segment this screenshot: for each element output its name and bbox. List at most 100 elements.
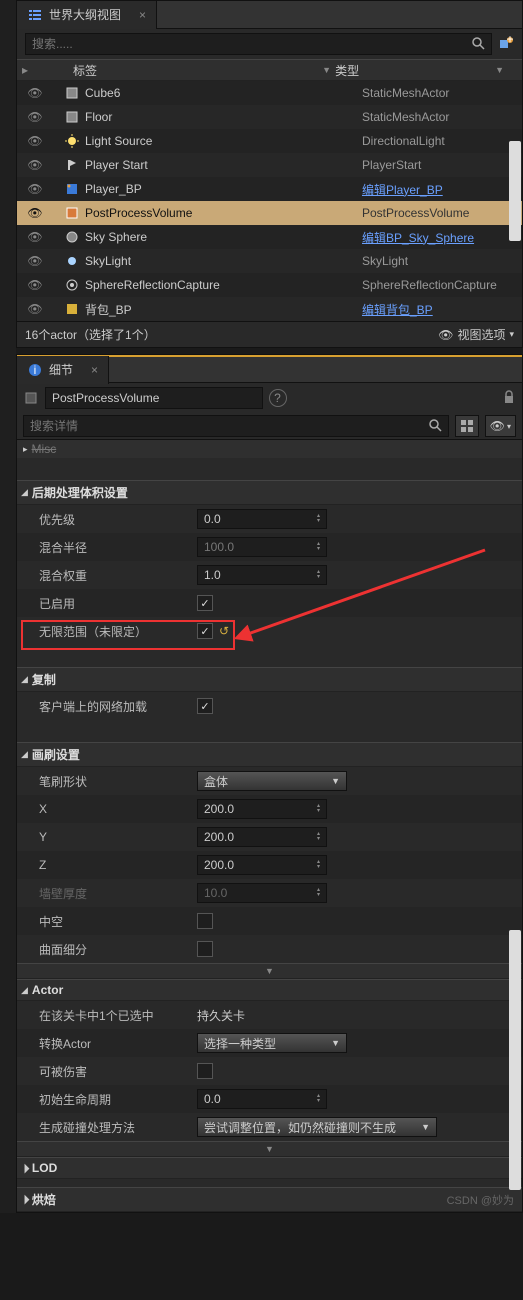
convert-dropdown[interactable]: 选择一种类型▼ — [197, 1033, 347, 1053]
visibility-icon[interactable]: 👁 — [23, 302, 47, 316]
category-postprocess[interactable]: ◢ 后期处理体积设置 — [17, 480, 522, 505]
reset-icon[interactable]: ↺ — [219, 624, 229, 638]
view-options-button[interactable]: 👁 ▾ — [485, 415, 516, 437]
dropdown-icon: ▾ — [509, 329, 514, 340]
expand-all-icon[interactable]: ▸ — [17, 63, 33, 77]
prop-x: X 200.0▴▾ — [17, 795, 522, 823]
brush-shape-dropdown[interactable]: 盒体▼ — [197, 771, 347, 791]
reflection-icon — [63, 278, 81, 292]
spinner-icon[interactable]: ▴▾ — [317, 542, 320, 552]
spinner-icon[interactable]: ▴▾ — [317, 860, 320, 870]
world-outliner-panel: 世界大纲视图 × + ▸ 标签 ▼ 类型 ▼ 👁 Cube6 StaticMes… — [16, 0, 523, 348]
lock-icon[interactable] — [502, 389, 516, 408]
outliner-tab[interactable]: 世界大纲视图 × — [17, 1, 157, 29]
light-icon — [63, 134, 81, 148]
close-icon[interactable]: × — [139, 8, 146, 22]
visibility-icon[interactable]: 👁 — [23, 86, 47, 100]
dropdown-arrow-icon: ▼ — [331, 1038, 340, 1048]
expand-more[interactable]: ▼ — [17, 963, 522, 979]
spinner-icon[interactable]: ▴▾ — [317, 1094, 320, 1104]
visibility-icon[interactable]: 👁 — [23, 134, 47, 148]
spinner-icon[interactable]: ▴▾ — [317, 832, 320, 842]
category-lod[interactable]: ◢ LOD — [17, 1157, 522, 1179]
collapse-icon: ◢ — [18, 1162, 31, 1175]
visibility-icon[interactable]: 👁 — [23, 254, 47, 268]
property-matrix-button[interactable] — [455, 415, 479, 437]
details-tab[interactable]: i 细节 × — [17, 356, 109, 384]
prop-lifespan: 初始生命周期 0.0▴▾ — [17, 1085, 522, 1113]
spinner-icon[interactable]: ▴▾ — [317, 570, 320, 580]
sort-icon-2: ▼ — [495, 65, 504, 75]
spinner-icon[interactable]: ▴▾ — [317, 804, 320, 814]
prop-wall: 墙壁厚度 10.0▴▾ — [17, 879, 522, 907]
priority-input[interactable]: 0.0▴▾ — [197, 509, 327, 529]
details-search-input[interactable] — [30, 419, 428, 433]
spawn-dropdown[interactable]: 尝试调整位置，如仍然碰撞则不生成▼ — [197, 1117, 437, 1137]
prop-damage: 可被伤害 — [17, 1057, 522, 1085]
outliner-header: 世界大纲视图 × — [17, 1, 522, 29]
damage-checkbox[interactable] — [197, 1063, 213, 1079]
visibility-icon[interactable]: 👁 — [23, 110, 47, 124]
actor-row[interactable]: 👁 Player_BP 编辑Player_BP — [17, 177, 522, 201]
actor-row-selected[interactable]: 👁 PostProcessVolume PostProcessVolume — [17, 201, 522, 225]
visibility-icon[interactable]: 👁 — [23, 206, 47, 220]
tess-checkbox[interactable] — [197, 941, 213, 957]
actor-row[interactable]: 👁 Player Start PlayerStart — [17, 153, 522, 177]
actor-row[interactable]: 👁 SkyLight SkyLight — [17, 249, 522, 273]
visibility-icon[interactable]: 👁 — [23, 278, 47, 292]
help-icon[interactable]: ? — [269, 389, 287, 407]
enabled-checkbox[interactable] — [197, 595, 213, 611]
z-input[interactable]: 200.0▴▾ — [197, 855, 327, 875]
column-label[interactable]: 标签 — [33, 62, 322, 79]
unbound-checkbox[interactable] — [197, 623, 213, 639]
actor-count: 16个actor（选择了1个） — [25, 326, 156, 343]
column-type[interactable]: 类型 — [335, 62, 495, 79]
details-icon: i — [27, 362, 43, 378]
actor-row[interactable]: 👁 Cube6 StaticMeshActor — [17, 81, 522, 105]
wall-input[interactable]: 10.0▴▾ — [197, 883, 327, 903]
category-brush[interactable]: ◢ 画刷设置 — [17, 742, 522, 767]
visibility-icon[interactable]: 👁 — [23, 182, 47, 196]
y-input[interactable]: 200.0▴▾ — [197, 827, 327, 847]
actor-row[interactable]: 👁 Light Source DirectionalLight — [17, 129, 522, 153]
visibility-icon[interactable]: 👁 — [23, 230, 47, 244]
collapse-icon: ◢ — [21, 487, 28, 498]
view-options[interactable]: 👁 视图选项 ▾ — [438, 326, 514, 343]
collapse-icon: ◢ — [21, 985, 28, 996]
actor-name-field[interactable]: PostProcessVolume — [45, 387, 263, 409]
actor-row[interactable]: 👁 SphereReflectionCapture SphereReflecti… — [17, 273, 522, 297]
details-body: ▸Misc ◢ 后期处理体积设置 优先级 0.0▴▾ 混合半径 100.0▴▾ … — [17, 439, 522, 1212]
category-replication[interactable]: ◢ 复制 — [17, 667, 522, 692]
blend-radius-input[interactable]: 100.0▴▾ — [197, 537, 327, 557]
details-search[interactable] — [23, 415, 449, 437]
collapse-icon: ◢ — [21, 674, 28, 685]
outliner-search[interactable] — [25, 33, 492, 55]
blend-weight-input[interactable]: 1.0▴▾ — [197, 565, 327, 585]
outliner-icon — [27, 7, 43, 23]
add-object-icon[interactable]: + — [498, 36, 514, 52]
outliner-scrollbar[interactable] — [509, 141, 521, 241]
hollow-checkbox[interactable] — [197, 913, 213, 929]
collapse-icon: ◢ — [21, 749, 28, 760]
svg-text:i: i — [34, 363, 37, 377]
spinner-icon[interactable]: ▴▾ — [317, 514, 320, 524]
actor-row[interactable]: 👁 Sky Sphere 编辑BP_Sky_Sphere — [17, 225, 522, 249]
floor-icon — [63, 110, 81, 124]
expand-more[interactable]: ▼ — [17, 1141, 522, 1157]
outliner-search-input[interactable] — [32, 37, 471, 51]
search-icon — [428, 418, 442, 435]
visibility-icon[interactable]: 👁 — [23, 158, 47, 172]
lifespan-input[interactable]: 0.0▴▾ — [197, 1089, 327, 1109]
prop-blend-weight: 混合权重 1.0▴▾ — [17, 561, 522, 589]
eye-icon: 👁 — [438, 328, 453, 342]
actor-row[interactable]: 👁 Floor StaticMeshActor — [17, 105, 522, 129]
close-icon[interactable]: × — [91, 363, 98, 377]
misc-category[interactable]: ▸Misc — [17, 440, 522, 458]
spinner-icon[interactable]: ▴▾ — [317, 888, 320, 898]
netload-checkbox[interactable] — [197, 698, 213, 714]
x-input[interactable]: 200.0▴▾ — [197, 799, 327, 819]
actor-row[interactable]: 👁 背包_BP 编辑背包_BP — [17, 297, 522, 321]
prop-spawn: 生成碰撞处理方法 尝试调整位置，如仍然碰撞则不生成▼ — [17, 1113, 522, 1141]
category-actor[interactable]: ◢ Actor — [17, 979, 522, 1001]
details-scrollbar[interactable] — [509, 930, 521, 1190]
